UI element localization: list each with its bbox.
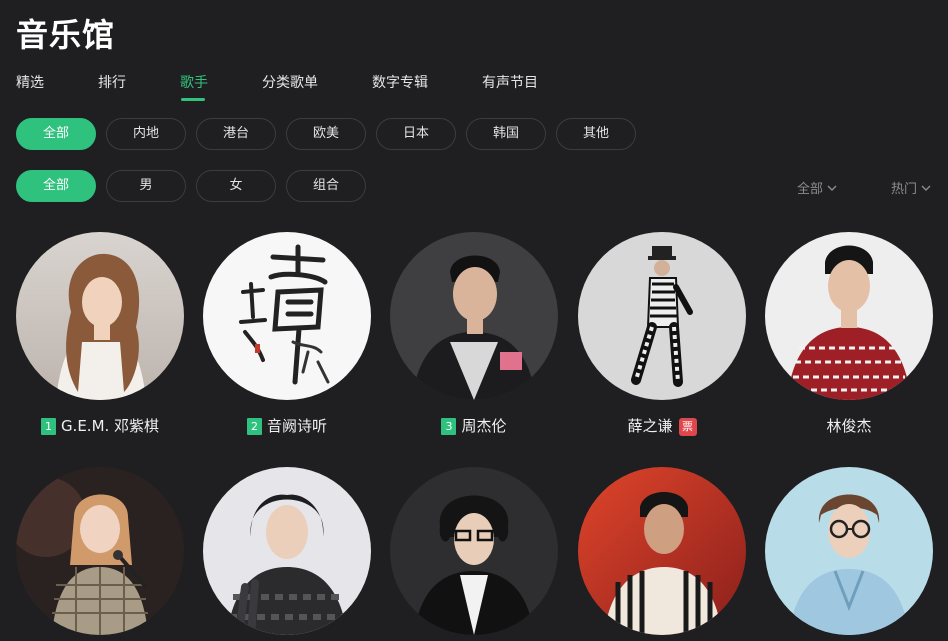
singer-name[interactable]: G.E.M. 邓紫棋 — [61, 417, 159, 435]
tab-featured[interactable]: 精选 — [16, 72, 44, 92]
region-western-pill[interactable]: 欧美 — [286, 118, 366, 150]
singer-name-row: 3 周杰伦 — [390, 415, 558, 436]
singer-name-row: 1 G.E.M. 邓紫棋 — [16, 415, 184, 436]
singer-card[interactable]: 1 G.E.M. 邓紫棋 — [16, 232, 184, 435]
gender-female-pill[interactable]: 女 — [196, 170, 276, 202]
gender-male-pill[interactable]: 男 — [106, 170, 186, 202]
gender-group-pill[interactable]: 组合 — [286, 170, 366, 202]
region-hk-tw-pill[interactable]: 港台 — [196, 118, 276, 150]
singer-avatar[interactable] — [578, 232, 746, 400]
singer-card[interactable] — [203, 467, 371, 635]
singer-card[interactable]: 薛之谦票 — [578, 232, 746, 436]
singer-card[interactable] — [390, 467, 558, 635]
singer-card[interactable] — [765, 467, 933, 635]
singer-avatar[interactable] — [16, 467, 184, 635]
singer-card[interactable]: 林俊杰 — [765, 232, 933, 435]
order-dropdown-label: 热门 — [891, 182, 918, 197]
singer-card[interactable]: 3 周杰伦 — [390, 232, 558, 435]
singer-name[interactable]: 林俊杰 — [826, 417, 871, 435]
active-tab-indicator — [181, 98, 205, 101]
chevron-down-icon — [921, 185, 931, 191]
singer-avatar[interactable] — [578, 467, 746, 635]
scope-dropdown-label: 全部 — [797, 182, 824, 197]
singer-avatar[interactable] — [390, 467, 558, 635]
scope-dropdown[interactable]: 全部 — [797, 178, 837, 197]
singer-name-row: 林俊杰 — [765, 415, 933, 436]
singer-card[interactable] — [578, 467, 746, 635]
singer-name[interactable]: 薛之谦 — [627, 417, 672, 435]
page-title: 音乐馆 — [16, 16, 116, 54]
gender-all-pill[interactable]: 全部 — [16, 170, 96, 202]
singer-avatar[interactable] — [203, 467, 371, 635]
singer-avatar[interactable] — [203, 232, 371, 400]
tab-playlist-categories[interactable]: 分类歌单 — [262, 72, 318, 92]
tab-singers[interactable]: 歌手 — [180, 72, 208, 92]
tab-charts[interactable]: 排行 — [98, 72, 126, 92]
chevron-down-icon — [827, 185, 837, 191]
singer-name[interactable]: 周杰伦 — [461, 417, 506, 435]
region-japan-pill[interactable]: 日本 — [376, 118, 456, 150]
region-mainland-pill[interactable]: 内地 — [106, 118, 186, 150]
singer-avatar[interactable] — [390, 232, 558, 400]
ticket-badge: 票 — [678, 418, 697, 436]
region-korea-pill[interactable]: 韩国 — [466, 118, 546, 150]
singer-avatar[interactable] — [16, 232, 184, 400]
tab-audio-programs[interactable]: 有声节目 — [482, 72, 538, 92]
region-other-pill[interactable]: 其他 — [556, 118, 636, 150]
singer-avatar[interactable] — [765, 467, 933, 635]
singer-name-row: 薛之谦票 — [578, 415, 746, 436]
singer-card[interactable]: 2 音阙诗听 — [203, 232, 371, 435]
tab-digital-albums[interactable]: 数字专辑 — [372, 72, 428, 92]
rank-badge: 1 — [40, 418, 56, 435]
singer-avatar[interactable] — [765, 232, 933, 400]
order-dropdown[interactable]: 热门 — [891, 178, 931, 197]
singer-name-row: 2 音阙诗听 — [203, 415, 371, 436]
region-all-pill[interactable]: 全部 — [16, 118, 96, 150]
singer-card[interactable] — [16, 467, 184, 635]
rank-badge: 3 — [441, 418, 457, 435]
singer-name[interactable]: 音阙诗听 — [267, 417, 327, 435]
rank-badge: 2 — [246, 418, 262, 435]
